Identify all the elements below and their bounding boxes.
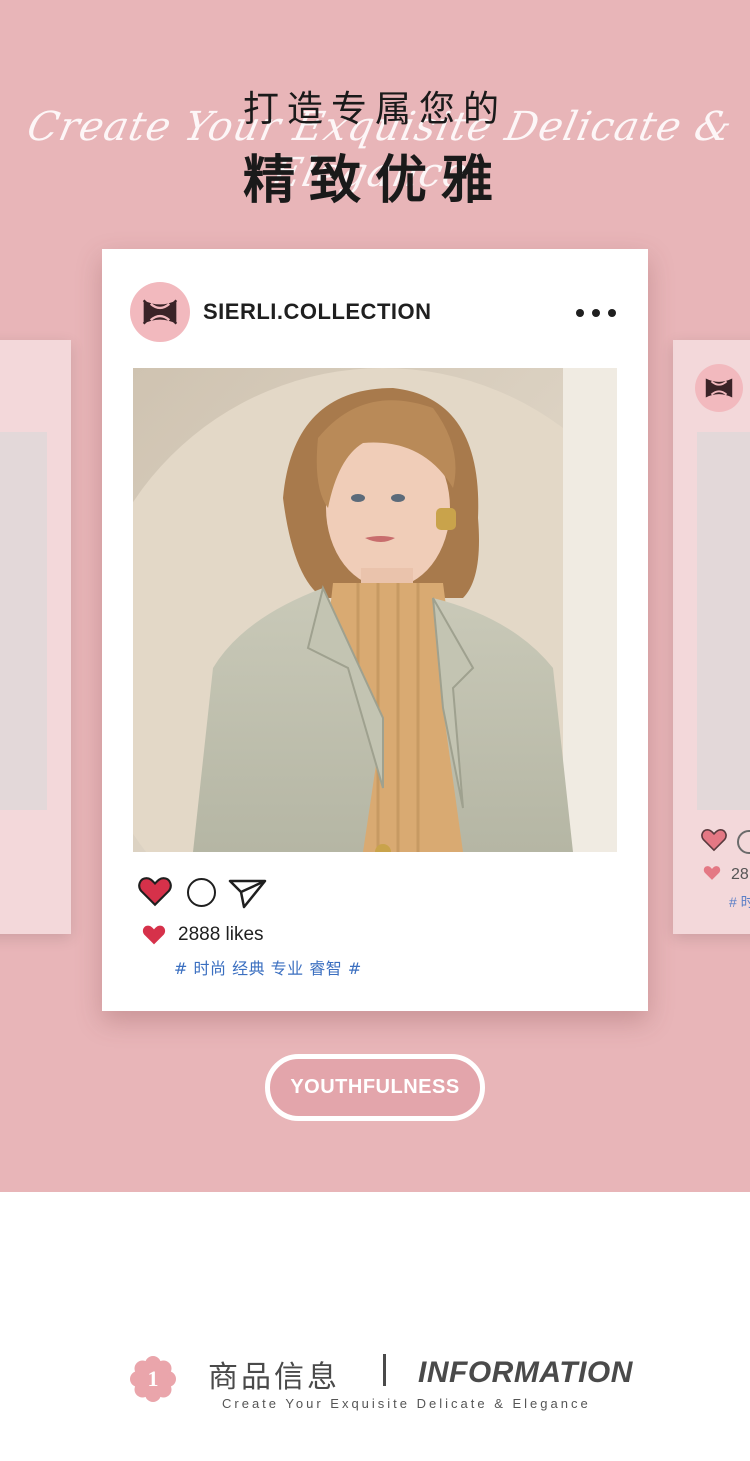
post-photo	[133, 368, 617, 852]
side-post-card-left	[0, 340, 71, 934]
post-photo-illustration	[133, 368, 617, 852]
post-username[interactable]: SIERLI.COLLECTION	[203, 299, 432, 325]
hero-title-top: 打造专属您的	[242, 89, 507, 130]
likes-count: 2888 likes	[178, 924, 264, 945]
side-post-card-right: 28 # 时	[673, 340, 750, 934]
flower-badge: 1	[130, 1356, 176, 1402]
side-likes-text: 28	[731, 866, 749, 883]
title-divider	[383, 1354, 386, 1386]
more-dots-icon[interactable]	[576, 307, 616, 319]
section-title-cn: 商品信息	[208, 1360, 340, 1395]
side-avatar	[695, 364, 743, 412]
small-heart-icon	[142, 925, 166, 945]
youthfulness-button[interactable]: YOUTHFULNESS	[265, 1054, 485, 1121]
badge-number: 1	[147, 1366, 159, 1391]
hero-section: 打造专属您的 Create Your Exquisite Delicate & …	[0, 0, 750, 1192]
heart-icon[interactable]	[701, 828, 727, 852]
section-title-en: INFORMATION	[418, 1356, 633, 1389]
post-actions	[138, 876, 278, 910]
small-heart-icon	[703, 866, 721, 880]
side-post-image-right	[697, 432, 750, 810]
comment-circle-icon[interactable]	[737, 830, 750, 854]
share-paper-plane-icon[interactable]	[228, 877, 268, 909]
info-header: 1 商品信息 INFORMATION Create Your Exquisite…	[0, 1340, 750, 1420]
likes-row: 2888 likes	[142, 923, 264, 947]
side-post-image-left	[0, 432, 47, 810]
post-card: SIERLI.COLLECTION 2888 likes # 时尚 经典 专业 …	[102, 249, 648, 1011]
post-tags[interactable]: # 时尚 经典 专业 睿智 #	[174, 955, 362, 979]
avatar[interactable]	[130, 282, 190, 342]
logo-monogram-icon	[142, 299, 178, 325]
hero-title-main: 精致优雅	[242, 151, 507, 211]
logo-monogram-icon	[705, 378, 733, 398]
side-tags-text: # 时	[729, 894, 750, 910]
heart-icon[interactable]	[138, 876, 172, 907]
section-subtitle: Create Your Exquisite Delicate & Eleganc…	[222, 1396, 591, 1411]
comment-circle-icon[interactable]	[187, 878, 216, 907]
